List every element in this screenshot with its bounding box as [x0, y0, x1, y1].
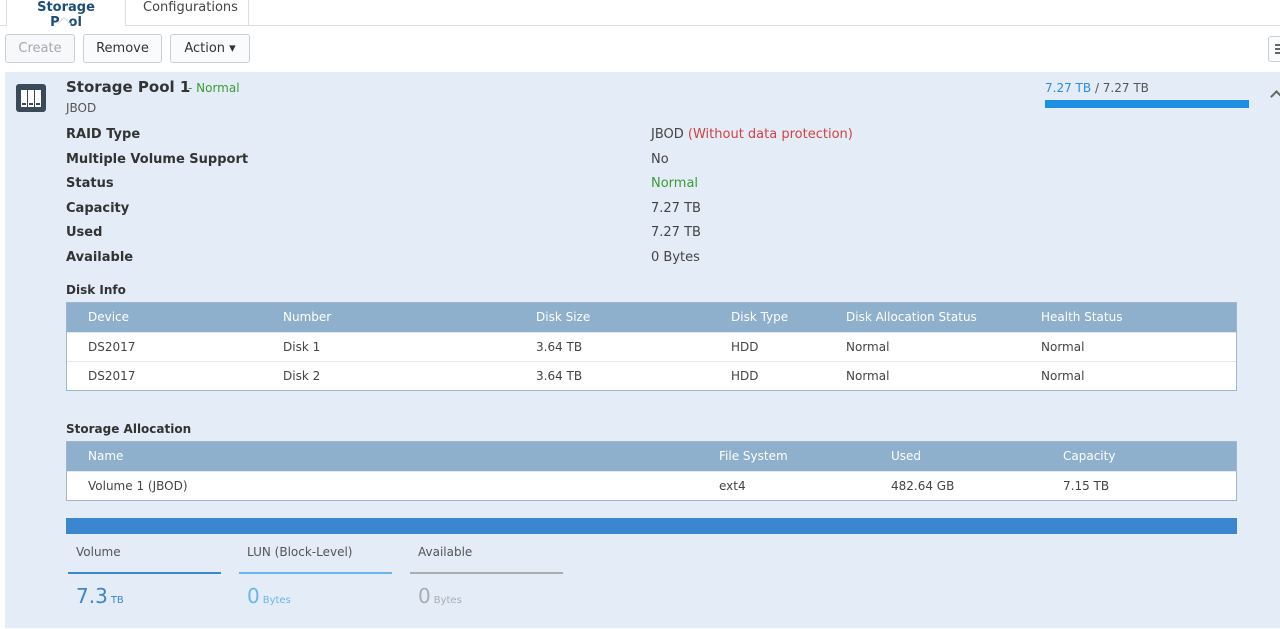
- cell-device: DS2017: [88, 369, 136, 383]
- list-menu-icon[interactable]: [1268, 36, 1280, 62]
- legend-lun-unit: Bytes: [262, 595, 291, 606]
- cell-health-status: Normal: [1041, 340, 1085, 354]
- cell-allocation-status: Normal: [846, 340, 890, 354]
- legend-volume-value: 7.3 TB: [76, 584, 124, 608]
- multi-volume-label: Multiple Volume Support: [66, 152, 249, 167]
- storage-allocation-title: Storage Allocation: [66, 422, 192, 436]
- cell-health-status: Normal: [1041, 369, 1085, 383]
- capacity-label: Capacity: [66, 201, 130, 216]
- cell-capacity: 7.15 TB: [1063, 479, 1110, 493]
- column-header[interactable]: Disk Size: [536, 303, 590, 332]
- pool-raid-subtitle: JBOD: [66, 101, 97, 115]
- legend-available-label: Available: [418, 545, 473, 559]
- legend-available-number: 0: [418, 584, 431, 608]
- column-header[interactable]: Used: [891, 442, 921, 471]
- action-dropdown-button[interactable]: Action ▾: [170, 34, 250, 63]
- column-header[interactable]: Capacity: [1063, 442, 1115, 471]
- pool-status: - Normal: [188, 81, 240, 95]
- disk-info-table: Device Number Disk Size Disk Type Disk A…: [66, 302, 1237, 391]
- legend-available-value: 0 Bytes: [418, 584, 462, 608]
- cell-disk-type: HDD: [731, 340, 759, 354]
- cell-used: 482.64 GB: [891, 479, 955, 493]
- used-label: Used: [66, 225, 103, 240]
- available-label: Available: [66, 250, 134, 265]
- disk-info-title: Disk Info: [66, 283, 126, 297]
- legend-lun-value: 0 Bytes: [247, 584, 291, 608]
- column-header[interactable]: File System: [719, 442, 788, 471]
- legend-lun-number: 0: [247, 584, 260, 608]
- table-row[interactable]: DS2017 Disk 2 3.64 TB HDD Normal Normal: [67, 361, 1236, 390]
- status-value: Normal: [651, 176, 699, 191]
- table-row[interactable]: Volume 1 (JBOD) ext4 482.64 GB 7.15 TB: [67, 471, 1236, 500]
- storage-pool-icon: [16, 84, 46, 112]
- multi-volume-value: No: [651, 152, 669, 167]
- allocation-bar: [66, 518, 1237, 534]
- legend-available-line: [410, 572, 563, 574]
- tab-configurations[interactable]: Configurations: [127, 0, 249, 26]
- legend-volume-line: [68, 572, 221, 574]
- cell-device: DS2017: [88, 340, 136, 354]
- cell-disk-type: HDD: [731, 369, 759, 383]
- raid-type-warning: (Without data protection): [687, 127, 853, 142]
- legend-volume-label: Volume: [76, 545, 121, 559]
- create-button[interactable]: Create: [5, 34, 75, 63]
- pool-usage-total: / 7.27 TB: [1094, 81, 1149, 95]
- column-header[interactable]: Device: [88, 303, 129, 332]
- legend-lun-label: LUN (Block-Level): [247, 545, 353, 559]
- raid-type-label: RAID Type: [66, 127, 141, 142]
- pool-title: Storage Pool 1: [66, 78, 191, 96]
- pool-usage-bar: [1045, 100, 1249, 108]
- table-header: Device Number Disk Size Disk Type Disk A…: [67, 303, 1236, 332]
- storage-allocation-table: Name File System Used Capacity Volume 1 …: [66, 441, 1237, 501]
- available-value: 0 Bytes: [651, 250, 700, 265]
- cell-file-system: ext4: [719, 479, 746, 493]
- cell-allocation-status: Normal: [846, 369, 890, 383]
- used-value: 7.27 TB: [651, 225, 701, 240]
- legend-lun-line: [239, 572, 392, 574]
- column-header[interactable]: Number: [283, 303, 331, 332]
- column-header[interactable]: Health Status: [1041, 303, 1122, 332]
- table-row[interactable]: DS2017 Disk 1 3.64 TB HDD Normal Normal: [67, 332, 1236, 361]
- legend-volume-unit: TB: [110, 595, 124, 606]
- column-header[interactable]: Name: [88, 442, 123, 471]
- pool-usage-used: 7.27 TB: [1045, 81, 1092, 95]
- raid-type-text: JBOD: [651, 127, 684, 142]
- status-label: Status: [66, 176, 114, 191]
- remove-button[interactable]: Remove: [83, 34, 162, 63]
- cell-name: Volume 1 (JBOD): [88, 479, 188, 493]
- column-header[interactable]: Disk Type: [731, 303, 788, 332]
- legend-available-unit: Bytes: [433, 595, 462, 606]
- legend-volume-number: 7.3: [76, 584, 108, 608]
- raid-type-value: JBOD (Without data protection): [651, 127, 853, 142]
- cell-disk-size: 3.64 TB: [536, 340, 583, 354]
- table-header: Name File System Used Capacity: [67, 442, 1236, 471]
- cell-number: Disk 2: [283, 369, 321, 383]
- pool-usage-text: 7.27 TB / 7.27 TB: [1045, 81, 1149, 95]
- column-header[interactable]: Disk Allocation Status: [846, 303, 977, 332]
- cell-disk-size: 3.64 TB: [536, 369, 583, 383]
- capacity-value: 7.27 TB: [651, 201, 701, 216]
- cell-number: Disk 1: [283, 340, 321, 354]
- tab-bar: Storage Pool Configurations: [0, 0, 1280, 32]
